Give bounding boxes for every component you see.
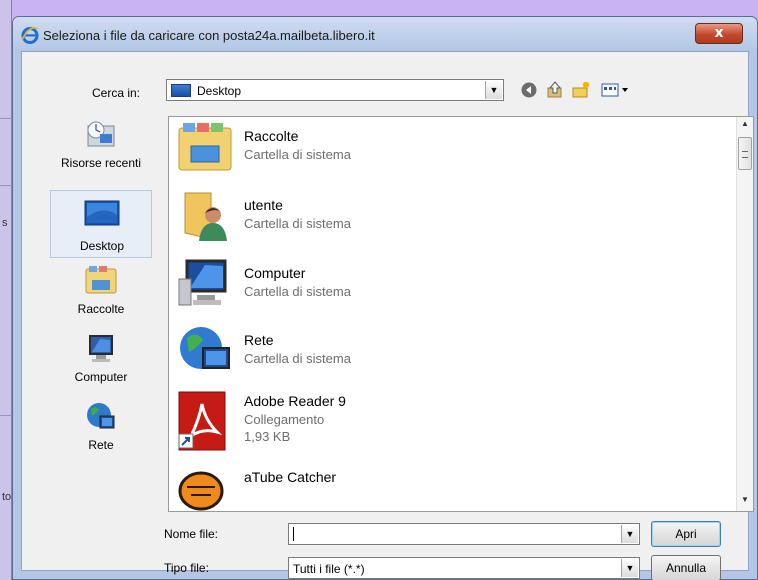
place-network[interactable]: Rete — [50, 400, 152, 462]
title-bar[interactable]: Seleziona i file da caricare con posta24… — [13, 17, 757, 51]
bg-line — [0, 185, 12, 186]
place-label: Risorse recenti — [60, 156, 142, 170]
vertical-scrollbar[interactable]: ▲ ▼ — [736, 117, 753, 511]
file-type: Collegamento — [244, 412, 325, 427]
file-name: Computer — [244, 265, 306, 281]
place-label: Computer — [74, 370, 128, 384]
file-type: Cartella di sistema — [244, 147, 351, 162]
computer-icon — [89, 335, 113, 362]
chevron-down-icon[interactable]: ▼ — [621, 559, 638, 577]
file-size: 1,93 KB — [244, 429, 291, 444]
views-menu-icon[interactable] — [600, 80, 632, 100]
close-button[interactable]: x — [695, 23, 743, 44]
filetype-dropdown[interactable]: Tutti i file (*.*) ▼ — [288, 557, 640, 579]
internet-explorer-icon — [21, 27, 39, 44]
dialog-client-area: Cerca in: Desktop ▼ Risorse recenti Desk… — [21, 51, 754, 580]
background-page-edge: s to — [0, 0, 12, 580]
places-bar: Risorse recenti Desktop Raccolte Compute… — [46, 116, 162, 461]
network-icon — [180, 327, 230, 369]
file-name: aTube Catcher — [244, 469, 337, 485]
user-folder-icon — [184, 192, 227, 241]
cancel-button[interactable]: Annulla — [651, 555, 721, 580]
scroll-up-icon[interactable]: ▲ — [737, 119, 753, 133]
list-item[interactable]: Rete Cartella di sistema — [177, 324, 697, 388]
file-type: Cartella di sistema — [244, 216, 351, 231]
file-type: Cartella di sistema — [244, 284, 351, 299]
file-name: utente — [244, 197, 283, 213]
list-item[interactable]: utente Cartella di sistema — [177, 189, 697, 253]
list-item[interactable]: Computer Cartella di sistema — [177, 257, 697, 321]
libraries-icon — [85, 266, 117, 294]
bg-line — [0, 118, 12, 119]
place-desktop[interactable]: Desktop — [50, 190, 152, 258]
place-label: Rete — [88, 438, 114, 452]
place-libraries[interactable]: Raccolte — [50, 264, 152, 326]
open-button[interactable]: Apri — [651, 521, 721, 547]
list-item[interactable]: aTube Catcher — [177, 467, 697, 511]
scroll-thumb[interactable] — [738, 137, 752, 170]
place-label: Desktop — [79, 239, 125, 253]
place-label: Raccolte — [77, 302, 125, 316]
look-in-label: Cerca in: — [92, 86, 141, 100]
background-text-fragment: to — [2, 491, 12, 503]
look-in-value: Desktop — [197, 84, 242, 98]
recent-places-icon — [87, 121, 115, 147]
up-folder-icon[interactable] — [544, 80, 566, 100]
list-item[interactable]: Raccolte Cartella di sistema — [177, 120, 697, 184]
file-name: Raccolte — [244, 128, 299, 144]
scroll-down-icon[interactable]: ▼ — [737, 495, 753, 509]
close-icon: x — [714, 25, 724, 41]
libraries-folder-icon — [178, 123, 232, 171]
look-in-dropdown[interactable]: Desktop ▼ — [166, 79, 504, 101]
bg-line — [0, 415, 12, 416]
atube-catcher-icon — [178, 471, 224, 511]
chevron-down-icon[interactable]: ▼ — [485, 81, 502, 99]
filename-label: Nome file: — [164, 527, 219, 541]
filename-input[interactable]: ▼ — [288, 523, 640, 545]
desktop-icon — [84, 200, 120, 226]
place-computer[interactable]: Computer — [50, 332, 152, 394]
filetype-value: Tutti i file (*.*) — [293, 562, 365, 576]
dialog-title: Seleziona i file da caricare con posta24… — [43, 28, 375, 43]
file-name: Rete — [244, 332, 274, 348]
place-recent[interactable]: Risorse recenti — [50, 116, 152, 178]
adobe-reader-icon — [178, 391, 226, 451]
file-list[interactable]: Raccolte Cartella di sistema utente Cart… — [168, 116, 754, 512]
chevron-down-icon[interactable]: ▼ — [621, 525, 638, 543]
new-folder-icon[interactable] — [570, 80, 592, 100]
desktop-icon — [171, 84, 191, 97]
back-icon[interactable] — [518, 80, 540, 100]
filetype-label: Tipo file: — [164, 561, 209, 575]
computer-icon — [178, 259, 227, 306]
text-caret — [293, 527, 294, 541]
background-text-fragment: s — [2, 217, 8, 229]
open-file-dialog: Seleziona i file da caricare con posta24… — [12, 16, 758, 580]
list-item[interactable]: Adobe Reader 9 Collegamento 1,93 KB — [177, 391, 697, 467]
file-type: Cartella di sistema — [244, 351, 351, 366]
network-icon — [87, 403, 115, 429]
file-name: Adobe Reader 9 — [244, 393, 346, 409]
